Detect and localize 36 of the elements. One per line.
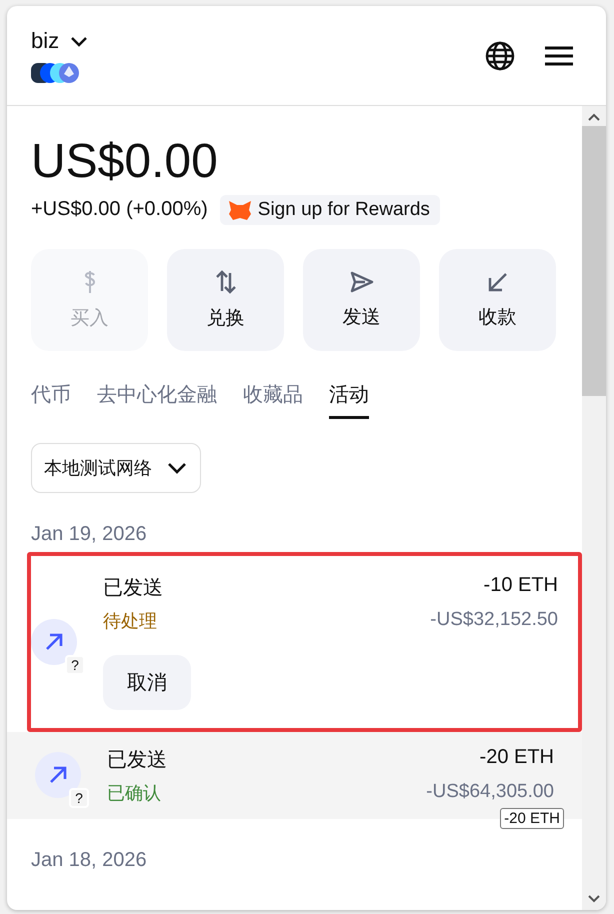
network-badge: ? — [65, 654, 85, 675]
chevron-down-icon — [166, 460, 188, 475]
globe-icon[interactable] — [484, 40, 516, 72]
transaction-fiat-value: -US$32,152.50 — [430, 608, 558, 632]
cancel-button[interactable]: 取消 — [103, 654, 191, 710]
date-heading: Jan 18, 2026 — [30, 848, 148, 872]
scroll-up-icon[interactable] — [587, 112, 601, 122]
action-button[interactable]: 发送 — [303, 248, 420, 351]
transaction-fiat-value: -US$64,305.00 — [426, 780, 554, 804]
transaction-title: 已发送 — [107, 748, 167, 773]
tooltip: -20 ETH — [500, 808, 564, 829]
fox-icon — [228, 198, 252, 221]
balance-total: US$0.00 — [30, 136, 219, 189]
transaction-row[interactable]: ? 已发送 -10 ETH 待处理 -US$32,152.50 取消 — [27, 552, 582, 732]
rewards-button[interactable]: Sign up for Rewards — [220, 194, 440, 225]
transaction-status: 待处理 — [103, 610, 157, 633]
date-heading: Jan 19, 2026 — [30, 522, 148, 546]
tab[interactable]: 去中心化金融 — [97, 380, 217, 419]
network-filter-dropdown[interactable]: 本地测试网络 — [31, 442, 201, 493]
account-selector[interactable]: biz — [31, 28, 91, 54]
action-button[interactable]: 兑换 — [167, 248, 284, 351]
transaction-amount: -10 ETH — [484, 574, 558, 598]
transaction-status: 已确认 — [107, 782, 161, 805]
tab[interactable]: 活动 — [329, 380, 369, 419]
scroll-down-icon[interactable] — [587, 894, 601, 904]
tab[interactable]: 代币 — [31, 380, 71, 419]
action-button[interactable]: 收款 — [439, 248, 556, 351]
tab[interactable]: 收藏品 — [243, 380, 303, 419]
swap-arrows-icon — [214, 268, 238, 295]
send-icon — [348, 270, 374, 294]
menu-icon[interactable] — [544, 44, 574, 66]
transaction-amount: -20 ETH — [480, 746, 554, 770]
scrollbar[interactable] — [582, 106, 606, 910]
balance-change: +US$0.00 (+0.00%) — [31, 198, 208, 222]
transaction-title: 已发送 — [103, 576, 163, 601]
network-badge: ? — [69, 788, 89, 808]
